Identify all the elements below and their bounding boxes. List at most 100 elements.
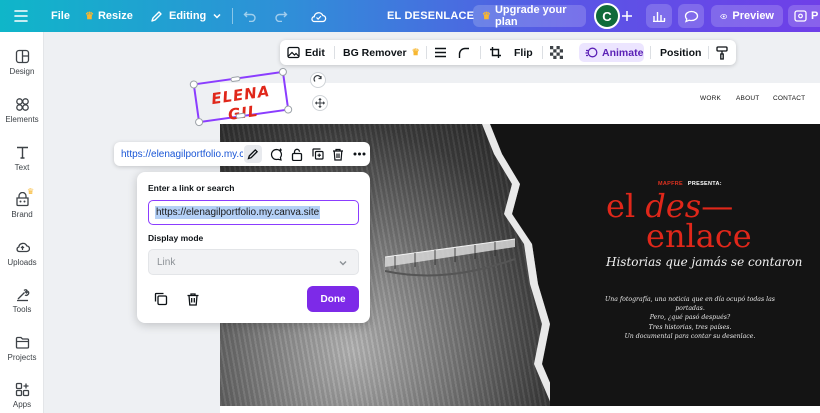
undo-button[interactable] [243, 0, 257, 32]
synopsis-line: Pero, ¿qué pasó después? [649, 313, 731, 321]
display-mode-label: Display mode [148, 233, 204, 243]
left-sidebar: Design Elements Text ♛ Brand Uploads Too… [0, 32, 44, 413]
redo-button[interactable] [274, 0, 288, 32]
trash-icon[interactable] [186, 292, 200, 306]
menu-button[interactable] [14, 0, 28, 32]
avatar[interactable]: C [594, 3, 620, 29]
sidebar-item-label: Apps [12, 400, 32, 409]
done-button[interactable]: Done [307, 286, 359, 312]
border-style-button[interactable] [434, 40, 447, 65]
synopsis-paragraph-1: Una fotografía, una noticia que en día o… [590, 296, 790, 323]
redo-icon [275, 11, 288, 22]
lock-button[interactable] [289, 146, 305, 162]
divider [334, 46, 335, 59]
file-menu[interactable]: File [51, 0, 70, 32]
publish-label: P [811, 10, 819, 22]
edit-link-button[interactable] [244, 145, 262, 163]
document-title[interactable]: EL DESENLACE [387, 0, 474, 32]
link-input[interactable]: https://elenagilportfolio.my.canva.site [148, 200, 359, 225]
preview-label: Preview [732, 10, 774, 22]
crop-button[interactable] [489, 40, 502, 65]
duplicate-button[interactable] [310, 146, 326, 162]
sidebar-item-uploads[interactable]: Uploads [0, 240, 44, 267]
sidebar-item-text[interactable]: Text [0, 145, 44, 172]
resize-handle[interactable] [189, 79, 199, 89]
link-popover: Enter a link or search https://elenagilp… [137, 172, 370, 323]
bg-remover-button[interactable]: BG Remover ♛ [343, 40, 420, 65]
chevron-down-icon [213, 13, 221, 19]
nav-link-about[interactable]: ABOUT [736, 95, 759, 102]
text-icon [16, 146, 28, 159]
transparency-button[interactable] [550, 40, 563, 65]
add-comment-button[interactable] [268, 146, 284, 162]
copy-style-button[interactable] [716, 40, 728, 65]
trash-icon [333, 148, 343, 161]
sidebar-item-apps[interactable]: Apps [0, 382, 44, 409]
image-edit-icon [287, 46, 300, 59]
animate-button[interactable]: Animate [585, 40, 643, 65]
preview-button[interactable]: Preview [711, 5, 783, 27]
divider [480, 46, 481, 59]
synopsis-line: Tres historias, tres países. [648, 324, 732, 331]
undo-icon [243, 11, 256, 22]
resize-label: Resize [97, 10, 133, 22]
crown-icon: ♛ [85, 10, 94, 22]
move-button[interactable] [312, 95, 328, 111]
insights-button[interactable] [646, 4, 672, 28]
comment-add-icon [270, 148, 282, 161]
nav-link-contact[interactable]: CONTACT [773, 95, 805, 102]
upgrade-label: Upgrade your plan [494, 4, 567, 28]
synopsis-line: Un documental para contar su desenlace. [624, 332, 756, 340]
transparency-icon [550, 46, 563, 59]
copy-icon[interactable] [154, 292, 168, 306]
link-url[interactable]: https://elenagilportfolio.my.canva.site [121, 142, 243, 166]
resize-handle[interactable] [278, 67, 288, 77]
sidebar-item-label: Elements [5, 115, 39, 124]
selected-logo-element[interactable]: ELENA GIL [189, 67, 293, 127]
bridge-drawing [385, 238, 515, 277]
divider [232, 8, 233, 24]
publish-icon [794, 10, 807, 22]
resize-handle[interactable] [230, 75, 241, 83]
film-subtitle: Historias que jamás se contaron [606, 255, 803, 269]
share-add-button[interactable] [621, 0, 633, 32]
comments-button[interactable] [678, 4, 704, 28]
flip-button[interactable]: Flip [514, 40, 533, 65]
plus-icon [622, 11, 632, 21]
sidebar-item-projects[interactable]: Projects [0, 335, 44, 362]
editing-mode-dropdown[interactable]: Editing [150, 0, 222, 32]
animate-icon [585, 47, 598, 58]
more-options-button[interactable] [351, 146, 367, 162]
sidebar-item-label: Tools [12, 305, 32, 314]
cloud-save-status[interactable] [310, 0, 327, 32]
nav-link-work[interactable]: WORK [700, 95, 721, 102]
upgrade-plan-button[interactable]: ♛ Upgrade your plan [473, 4, 586, 28]
top-bar: File ♛ Resize Editing EL DESENLACE ♛ Upg… [0, 0, 820, 32]
sidebar-item-label: Brand [11, 210, 33, 219]
comment-icon [684, 10, 698, 23]
bar-chart-icon [653, 12, 666, 22]
delete-button[interactable] [330, 146, 346, 162]
publish-button[interactable]: P [788, 5, 820, 27]
chevron-down-icon [339, 261, 347, 266]
sidebar-item-brand[interactable]: ♛ Brand [0, 187, 44, 219]
rotate-button[interactable] [310, 72, 326, 88]
corner-rounding-button[interactable] [458, 40, 470, 65]
position-button[interactable]: Position [660, 40, 701, 65]
edit-image-button[interactable]: Edit [287, 40, 325, 65]
design-icon [15, 49, 29, 64]
sidebar-item-design[interactable]: Design [0, 49, 44, 76]
display-mode-value: Link [157, 256, 176, 268]
sidebar-item-tools[interactable]: Tools [0, 287, 44, 314]
element-context-toolbar: Edit BG Remover ♛ Flip Animate Position [280, 40, 736, 65]
sidebar-item-elements[interactable]: Elements [0, 97, 44, 124]
uploads-icon [15, 242, 30, 253]
border-style-icon [435, 47, 446, 58]
sidebar-item-label: Uploads [7, 258, 37, 267]
crown-icon: ♛ [482, 10, 491, 22]
lock-icon [291, 148, 303, 161]
display-mode-select[interactable]: Link [148, 249, 359, 275]
resize-button[interactable]: ♛ Resize [85, 0, 133, 32]
pencil-icon [151, 10, 162, 22]
link-toolbar: https://elenagilportfolio.my.canva.site [114, 142, 370, 166]
